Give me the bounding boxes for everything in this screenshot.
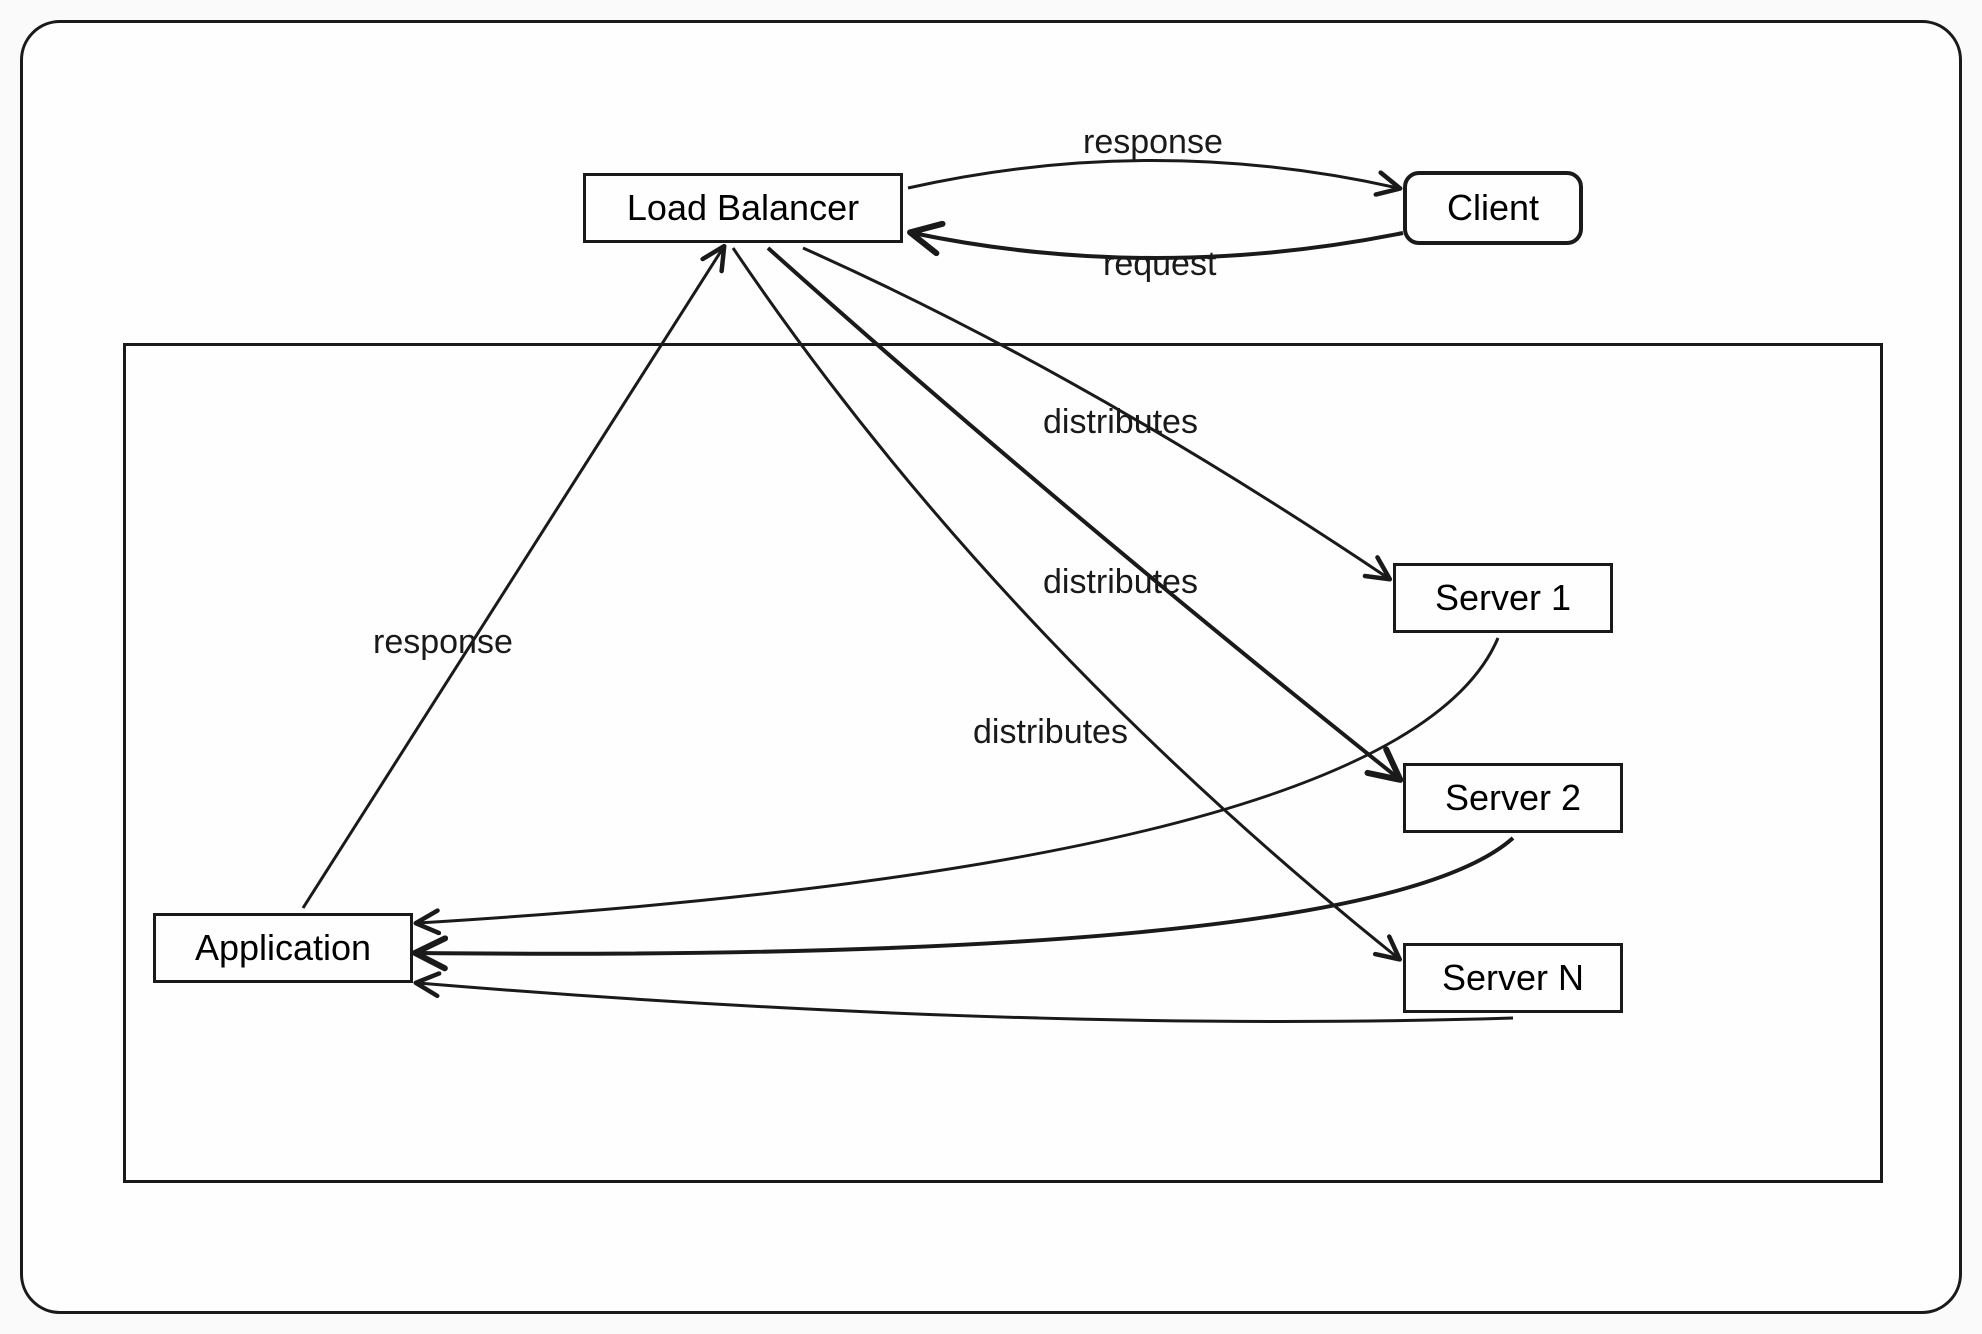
node-label: Application	[195, 927, 371, 969]
edge-label-distributes-1: distributes	[1043, 403, 1198, 442]
edge-lb-to-client	[908, 161, 1398, 189]
node-server1: Server 1	[1393, 563, 1613, 633]
node-label: Load Balancer	[627, 187, 859, 229]
node-client: Client	[1403, 171, 1583, 245]
node-label: Server N	[1442, 957, 1584, 999]
edge-label-distributes-3: distributes	[973, 713, 1128, 752]
node-label: Client	[1447, 187, 1539, 229]
diagram-frame: Load Balancer Client Application Server …	[20, 20, 1962, 1314]
edge-label-request: request	[1103, 245, 1216, 284]
node-serverN: Server N	[1403, 943, 1623, 1013]
node-label: Server 2	[1445, 777, 1581, 819]
node-application: Application	[153, 913, 413, 983]
node-load-balancer: Load Balancer	[583, 173, 903, 243]
node-label: Server 1	[1435, 577, 1571, 619]
node-server2: Server 2	[1403, 763, 1623, 833]
edge-label-response-top: response	[1083, 123, 1223, 162]
edge-label-distributes-2: distributes	[1043, 563, 1198, 602]
edge-label-response-left: response	[373, 623, 513, 662]
